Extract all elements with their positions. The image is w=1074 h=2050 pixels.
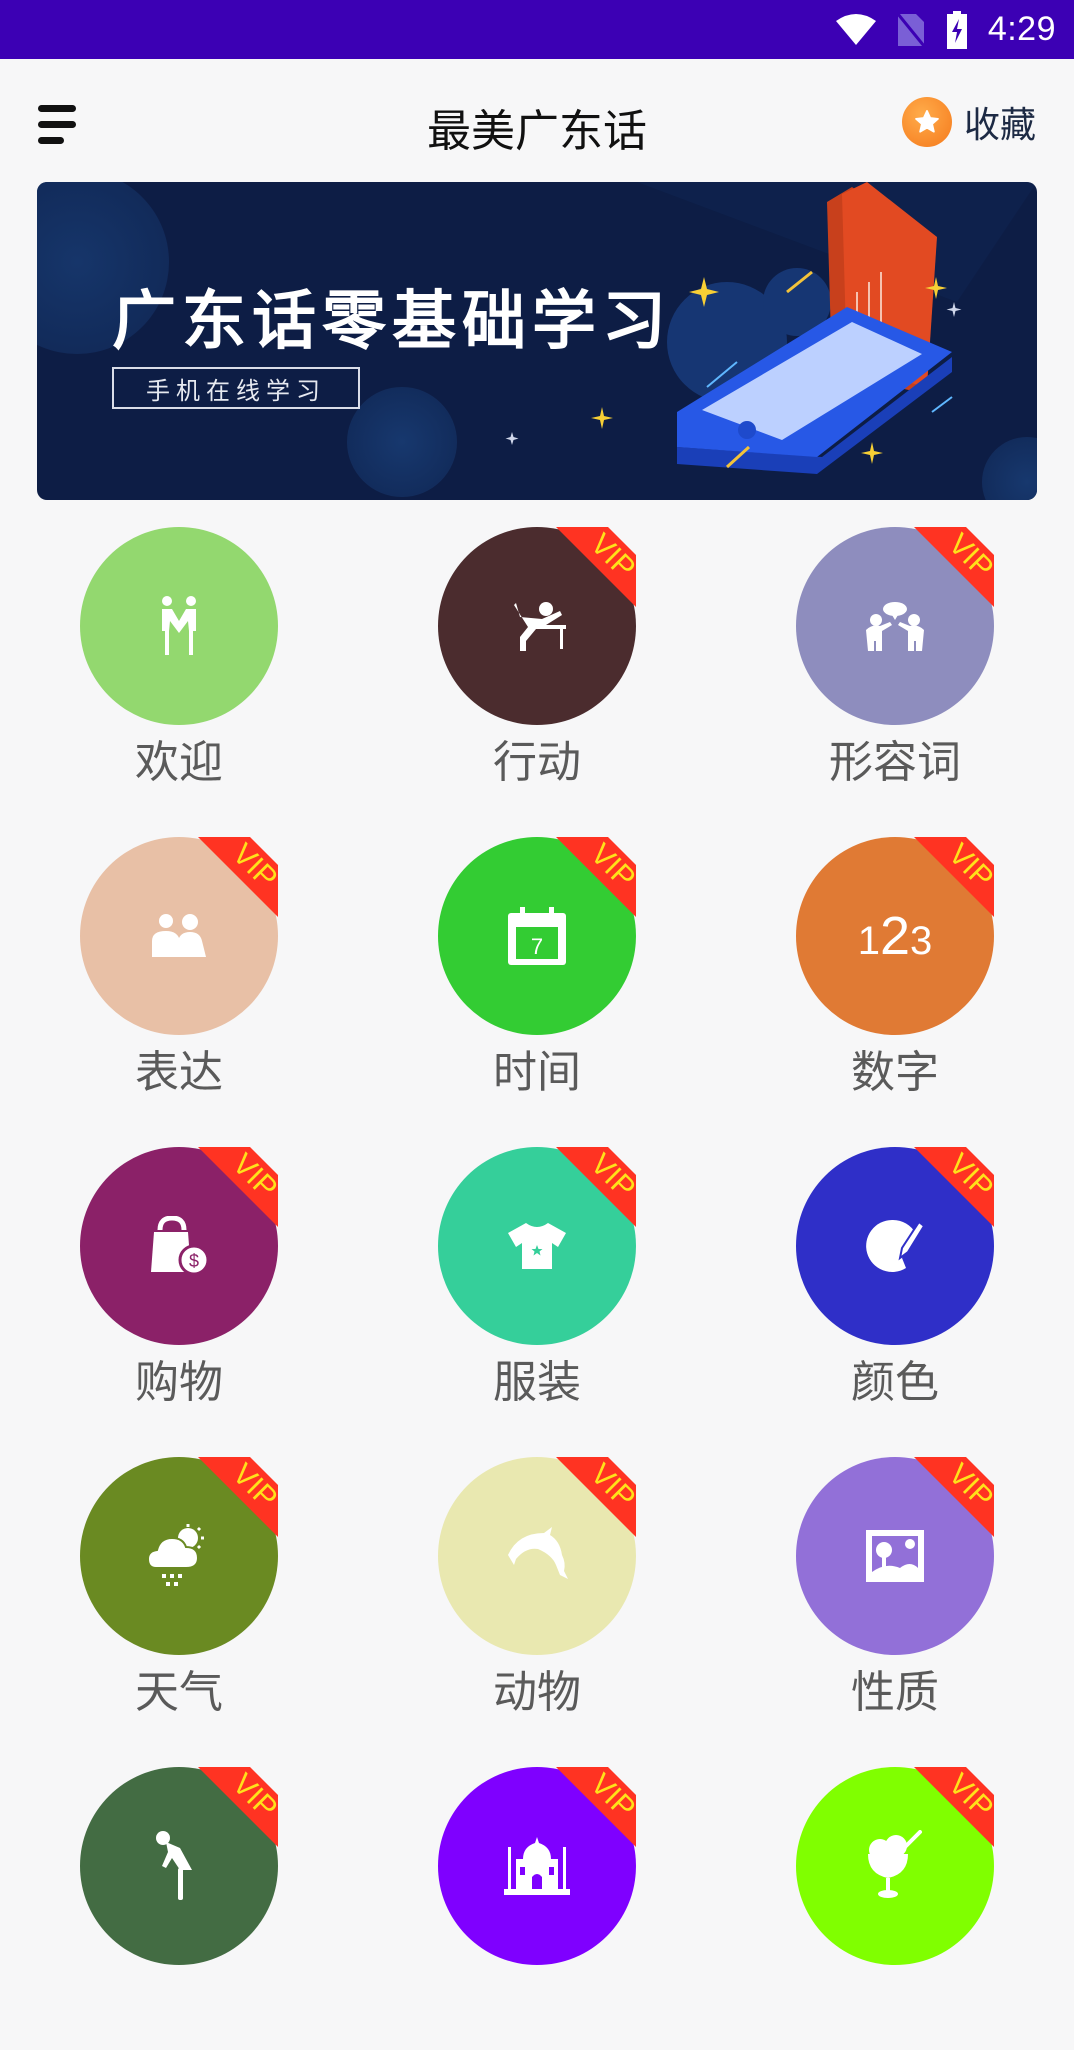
category-icon-button[interactable]: VIP (796, 1457, 994, 1655)
category-label: 行动 (493, 737, 581, 788)
category-circle: 7 (438, 837, 636, 1035)
category-label: 天气 (135, 1667, 223, 1718)
picture-icon (864, 1528, 926, 1584)
favorites-label: 收藏 (963, 105, 1036, 146)
star-icon (901, 97, 952, 147)
no-sim-icon (896, 12, 925, 47)
category-circle (438, 1147, 636, 1345)
category-icon-button[interactable]: VIP (796, 1767, 994, 1965)
category-circle (796, 1147, 994, 1345)
category-item[interactable]: VIP 天气 (0, 1430, 358, 1740)
category-label: 购物 (135, 1357, 223, 1408)
category-item[interactable]: VIP (0, 1740, 358, 2050)
category-label: 数字 (851, 1047, 939, 1098)
category-icon-button[interactable]: $ VIP (80, 1147, 278, 1345)
couple-icon (148, 913, 210, 959)
banner-title: 广东话零基础学习 (112, 285, 672, 359)
tshirt-icon (506, 1221, 568, 1271)
category-circle: 123 (796, 837, 994, 1035)
promo-banner[interactable]: 广东话零基础学习 手机在线学习 (37, 182, 1037, 500)
category-label: 表达 (135, 1047, 223, 1098)
category-label: 动物 (493, 1667, 581, 1718)
category-circle (438, 527, 636, 725)
status-bar: 4:29 (0, 0, 1074, 59)
category-item[interactable]: VIP 表达 (0, 810, 358, 1120)
wifi-icon (835, 13, 876, 45)
category-circle (796, 1767, 994, 1965)
category-item[interactable]: VIP 颜色 (716, 1120, 1074, 1430)
category-label: 服装 (493, 1357, 581, 1408)
favorites-button[interactable]: 收藏 (901, 97, 1036, 147)
category-circle (80, 1457, 278, 1655)
category-item[interactable]: VIP 性质 (716, 1430, 1074, 1740)
category-item[interactable]: VIP 行动 (358, 500, 716, 810)
category-icon-button[interactable]: VIP (80, 1457, 278, 1655)
svg-text:$: $ (189, 1251, 199, 1271)
category-item[interactable]: 7 VIP 时间 (358, 810, 716, 1120)
category-circle (80, 1767, 278, 1965)
clock: 4:29 (987, 10, 1056, 48)
category-icon-button[interactable] (80, 527, 278, 725)
palette-icon (864, 1216, 926, 1276)
category-circle (80, 527, 278, 725)
category-icon-button[interactable]: VIP (438, 1767, 636, 1965)
category-label: 形容词 (829, 737, 961, 788)
banner-subtitle: 手机在线学习 (112, 367, 360, 409)
category-icon-button[interactable]: VIP (80, 1767, 278, 1965)
category-item[interactable]: VIP 服装 (358, 1120, 716, 1430)
category-circle (438, 1767, 636, 1965)
category-circle (796, 527, 994, 725)
handshake-icon (157, 595, 201, 657)
ice-cream-icon (866, 1830, 924, 1902)
category-icon-button[interactable]: VIP (438, 1457, 636, 1655)
category-icon-button[interactable]: 123 VIP (796, 837, 994, 1035)
category-item[interactable]: $ VIP 购物 (0, 1120, 358, 1430)
dolphin-icon (506, 1525, 568, 1587)
weather-icon (148, 1524, 210, 1588)
svg-text:123: 123 (858, 906, 933, 966)
shopping-bag-icon: $ (148, 1216, 210, 1276)
category-icon-button[interactable]: VIP (796, 527, 994, 725)
taj-mahal-icon (504, 1835, 570, 1897)
category-label: 性质 (851, 1667, 939, 1718)
category-item[interactable]: 欢迎 (0, 500, 358, 810)
category-item[interactable]: VIP (716, 1740, 1074, 2050)
category-icon-button[interactable]: 7 VIP (438, 837, 636, 1035)
category-icon-button[interactable]: VIP (438, 1147, 636, 1345)
category-label: 时间 (493, 1047, 581, 1098)
category-circle (438, 1457, 636, 1655)
category-item[interactable]: VIP 动物 (358, 1430, 716, 1740)
conversation-icon (862, 600, 928, 652)
svg-text:7: 7 (531, 934, 543, 959)
category-item[interactable]: VIP 形容词 (716, 500, 1074, 810)
category-label: 颜色 (851, 1357, 939, 1408)
calendar-icon: 7 (506, 905, 568, 967)
battery-charging-icon (946, 10, 967, 49)
category-icon-button[interactable]: VIP (796, 1147, 994, 1345)
category-label: 欢迎 (135, 737, 223, 788)
category-circle (80, 837, 278, 1035)
category-icon-button[interactable]: VIP (80, 837, 278, 1035)
category-icon-button[interactable]: VIP (438, 527, 636, 725)
app-bar: 最美广东话 收藏 (0, 59, 1074, 183)
numbers-icon: 123 (853, 906, 937, 966)
person-bending-icon (154, 1830, 204, 1902)
category-item[interactable]: 123 VIP 数字 (716, 810, 1074, 1120)
category-circle (796, 1457, 994, 1655)
category-item[interactable]: VIP (358, 1740, 716, 2050)
category-circle: $ (80, 1147, 278, 1345)
person-action-icon (506, 597, 568, 655)
